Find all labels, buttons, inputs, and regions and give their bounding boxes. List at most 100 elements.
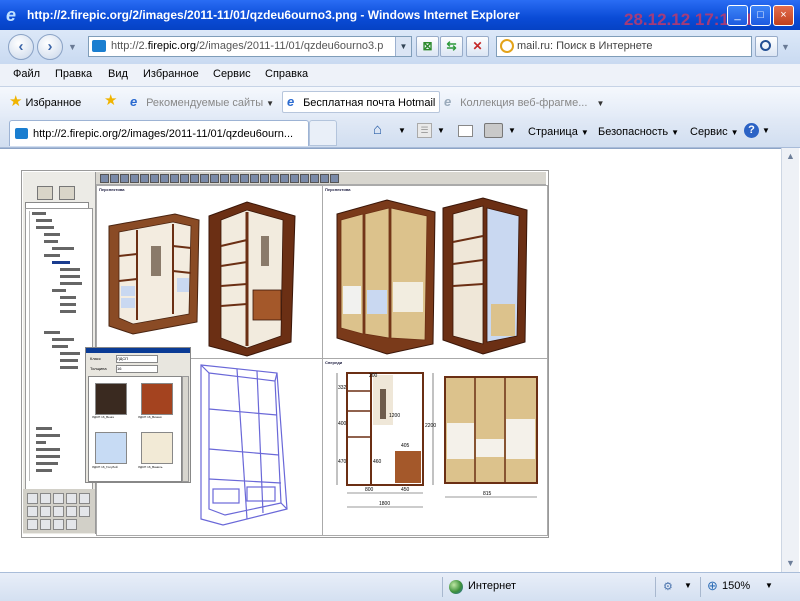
scroll-down-icon[interactable]: ▼ (784, 557, 797, 570)
status-divider (655, 577, 656, 597)
dim-label: 815 (483, 491, 492, 497)
swatch-label: ЛДСП 16_Голубой (92, 465, 118, 469)
favorites-star-icon: ★ (9, 93, 23, 110)
ie-page-icon: e (287, 94, 295, 109)
internet-zone-icon (449, 580, 463, 594)
home-icon[interactable]: ⌂ (373, 121, 389, 138)
help-dropdown-icon[interactable]: ▼ (762, 126, 770, 135)
web-slice-gallery-link[interactable]: e Коллекция веб-фрагме... ▼ (444, 95, 604, 109)
menu-edit[interactable]: Правка (55, 68, 92, 80)
page-menu[interactable]: Страница ▼ (528, 126, 589, 138)
dim-label: 470 (338, 459, 347, 465)
swatch-cherry (141, 383, 173, 415)
menu-view[interactable]: Вид (108, 68, 128, 80)
front-view-pane: Спереди 332 200 1200 2200 400 470 460 40… (322, 358, 548, 536)
page-icon (92, 40, 106, 52)
forward-button[interactable]: › (37, 34, 63, 60)
safety-menu[interactable]: Безопасность ▼ (598, 126, 679, 138)
search-options-dropdown-icon[interactable]: ▼ (781, 42, 790, 52)
tab-bar: http://2.firepic.org/2/images/2011-11/01… (0, 117, 800, 148)
menu-file[interactable]: Файл (13, 68, 40, 80)
search-provider-icon (500, 39, 514, 53)
menu-help[interactable]: Справка (265, 68, 308, 80)
dim-label: 450 (401, 487, 410, 493)
refresh-icon[interactable]: ⇆ (440, 36, 463, 57)
minimize-button[interactable]: _ (727, 5, 748, 26)
swatch-scrollbar (182, 376, 189, 482)
dim-label: 460 (373, 459, 382, 465)
status-bar: Интернет ⚙ ▼ ⊕ 150% ▼ (0, 572, 800, 601)
tools-menu[interactable]: Сервис ▼ (690, 126, 739, 138)
zone-label: Интернет (468, 580, 516, 592)
history-dropdown-icon[interactable]: ▼ (68, 42, 77, 52)
menu-bar: Файл Правка Вид Избранное Сервис Справка (0, 64, 800, 87)
new-tab-button[interactable] (309, 120, 337, 146)
compatibility-icon[interactable]: ⊠ (416, 36, 439, 57)
hotmail-link[interactable]: e Бесплатная почта Hotmail (282, 91, 440, 113)
home-dropdown-icon[interactable]: ▼ (398, 126, 406, 135)
field1-combo: ЛДСП (116, 355, 158, 363)
vertical-scrollbar[interactable]: ▲ ▼ (781, 148, 799, 572)
material-picker-window: Класс ЛДСП Толщина 16 ЛДСП 16_Венге ЛДСП… (85, 347, 191, 483)
ie-logo-icon: e (6, 5, 17, 25)
help-icon[interactable]: ? (744, 123, 759, 138)
swatch-label: ЛДСП 16_Вишня (138, 415, 162, 419)
app-bottom-tools (23, 489, 95, 533)
address-field[interactable]: http://2.firepic.org/2/images/2011-11/01… (88, 36, 412, 57)
window-title: http://2.firepic.org/2/images/2011-11/01… (27, 8, 520, 22)
protected-mode-icon[interactable]: ⚙ (663, 580, 673, 593)
dim-label: 332 (338, 385, 347, 391)
structure-tree (25, 208, 93, 490)
favorites-button[interactable]: ★ Избранное (9, 92, 81, 110)
dim-label: 800 (365, 487, 374, 493)
wardrobe-doors-drawing (336, 197, 528, 355)
swatch-label: ЛДСП 16_Венге (92, 415, 115, 419)
close-button[interactable]: × (773, 5, 794, 26)
app-toolbar (96, 172, 546, 185)
dim-label: 1800 (379, 501, 391, 507)
protected-mode-dropdown-icon[interactable]: ▼ (684, 581, 692, 590)
dim-label: 405 (401, 443, 410, 449)
zoom-level[interactable]: 150% (722, 580, 750, 592)
swatch-vanilla (141, 432, 173, 464)
recommended-sites-link[interactable]: e Рекомендуемые сайты ▼ (130, 95, 274, 109)
zoom-icon[interactable]: ⊕ (707, 578, 718, 594)
menu-favorites[interactable]: Избранное (143, 68, 199, 80)
scroll-up-icon[interactable]: ▲ (784, 150, 797, 163)
address-dropdown-icon[interactable]: ▼ (395, 37, 411, 56)
search-icon (760, 40, 771, 51)
front-view-drawing (336, 372, 538, 508)
print-dropdown-icon[interactable]: ▼ (508, 126, 516, 135)
feeds-dropdown-icon[interactable]: ▼ (437, 126, 445, 135)
tab-current[interactable]: http://2.firepic.org/2/images/2011-11/01… (9, 120, 309, 146)
maximize-button[interactable]: □ (750, 5, 771, 26)
stop-icon[interactable]: ✕ (466, 36, 489, 57)
swatch-wenge (95, 383, 127, 415)
page-icon (15, 128, 28, 139)
dim-label: 1200 (389, 413, 401, 419)
search-input[interactable]: mail.ru: Поиск в Интернете (496, 36, 752, 57)
feeds-icon[interactable]: ☰ (417, 123, 432, 138)
material-picker-titlebar (86, 348, 190, 353)
tab-title: http://2.firepic.org/2/images/2011-11/01… (33, 128, 294, 140)
address-url[interactable]: http://2.firepic.org/2/images/2011-11/01… (111, 40, 391, 52)
status-divider (442, 577, 443, 597)
mail-icon[interactable] (458, 125, 473, 137)
back-button[interactable]: ‹ (8, 34, 34, 60)
field2-combo: 16 (116, 365, 158, 373)
dim-label: 400 (338, 421, 347, 427)
swatch-blue (95, 432, 127, 464)
wardrobe-designer-screenshot: Перспектива Перспектива Спереди 332 200 … (21, 170, 549, 538)
swatch-label: ЛДСП 16_Ваниль (138, 465, 163, 469)
search-button[interactable] (755, 36, 778, 57)
favorites-bar: ★ Избранное ★ e Рекомендуемые сайты ▼ e … (0, 87, 800, 117)
search-placeholder: mail.ru: Поиск в Интернете (517, 40, 653, 52)
print-icon[interactable] (484, 123, 503, 138)
perspective-pane-1: Перспектива (96, 185, 323, 359)
field1-label: Класс (90, 356, 101, 361)
zoom-dropdown-icon[interactable]: ▼ (765, 581, 773, 590)
add-favorite-icon[interactable]: ★ (104, 91, 117, 109)
status-divider (700, 577, 701, 597)
menu-tools[interactable]: Сервис (213, 68, 251, 80)
dim-label: 2200 (425, 423, 437, 429)
